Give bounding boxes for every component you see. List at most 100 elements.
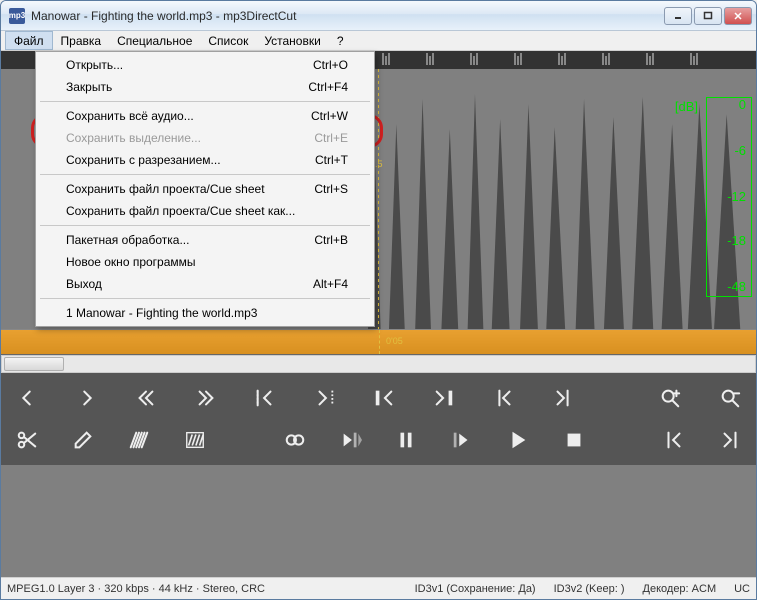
menu-item-shortcut: Ctrl+E xyxy=(314,131,348,145)
zoom-in-icon xyxy=(657,387,683,409)
menu-item-label: Закрыть xyxy=(66,80,112,94)
big-play-icon xyxy=(505,429,531,451)
app-icon: mp3 xyxy=(9,8,25,24)
skip-in-button[interactable] xyxy=(247,383,283,413)
menu-item-shortcut: Ctrl+B xyxy=(314,233,348,247)
menu-settings[interactable]: Установки xyxy=(256,31,328,50)
timeline-marker-label: 0'05 xyxy=(386,336,403,346)
double-right-button[interactable] xyxy=(188,383,224,413)
menu-item-label: Открыть... xyxy=(66,58,123,72)
menu-item-shortcut: Ctrl+T xyxy=(315,153,348,167)
loop-icon xyxy=(282,429,308,451)
minimize-button[interactable] xyxy=(664,7,692,25)
bar-right-button[interactable] xyxy=(545,383,581,413)
menu-item-12[interactable]: Выход Alt+F4 xyxy=(38,273,372,295)
menu-item-label: Сохранить выделение... xyxy=(66,131,201,145)
menu-item-7[interactable]: Сохранить файл проекта/Cue sheet Ctrl+S xyxy=(38,178,372,200)
stripes-a-button[interactable] xyxy=(121,425,157,455)
loop-button[interactable] xyxy=(277,425,313,455)
menu-item-11[interactable]: Новое окно программы xyxy=(38,251,372,273)
edit-button[interactable] xyxy=(65,425,101,455)
mark-prev-icon xyxy=(661,429,687,451)
menu-item-shortcut: Ctrl+F4 xyxy=(308,80,348,94)
pause-icon xyxy=(393,429,419,451)
horizontal-scrollbar[interactable] xyxy=(1,355,756,373)
menu-help[interactable]: ? xyxy=(329,31,352,50)
double-right-icon xyxy=(193,387,219,409)
mark-prev-button[interactable] xyxy=(656,425,692,455)
play-edit-button[interactable] xyxy=(333,425,369,455)
play-icon xyxy=(449,429,475,451)
menu-item-1[interactable]: Закрыть Ctrl+F4 xyxy=(38,76,372,98)
menu-item-label: Сохранить файл проекта/Cue sheet xyxy=(66,182,265,196)
app-window: mp3 Manowar - Fighting the world.mp3 - m… xyxy=(0,0,757,600)
big-play-button[interactable] xyxy=(500,425,536,455)
menu-edit[interactable]: Правка xyxy=(53,31,110,50)
menu-item-10[interactable]: Пакетная обработка... Ctrl+B xyxy=(38,229,372,251)
menu-special[interactable]: Специальное xyxy=(109,31,200,50)
pause-button[interactable] xyxy=(388,425,424,455)
status-id3v1: ID3v1 (Сохранение: Да) xyxy=(415,583,536,595)
file-menu-dropdown: Открыть... Ctrl+O Закрыть Ctrl+F4 Сохранить … xyxy=(35,51,375,327)
edit-icon xyxy=(70,429,96,451)
play-button[interactable] xyxy=(444,425,480,455)
menu-item-shortcut: Ctrl+W xyxy=(311,109,348,123)
mark-next-icon xyxy=(717,429,743,451)
menu-list[interactable]: Список xyxy=(200,31,256,50)
skip-cut-in-icon xyxy=(371,387,397,409)
menu-item-label: Пакетная обработка... xyxy=(66,233,189,247)
menu-item-8[interactable]: Сохранить файл проекта/Cue sheet как... xyxy=(38,200,372,222)
menu-file[interactable]: Файл xyxy=(5,31,53,50)
chevron-left-icon xyxy=(14,387,40,409)
skip-cut-out-icon xyxy=(431,387,457,409)
menu-item-3[interactable]: Сохранить всё аудио...Ctrl+W xyxy=(38,105,372,127)
bar-right-icon xyxy=(550,387,576,409)
stripes-b-button[interactable] xyxy=(177,425,213,455)
bar-left-button[interactable] xyxy=(486,383,522,413)
chevron-right-button[interactable] xyxy=(69,383,105,413)
menu-item-label: Сохранить файл проекта/Cue sheet как... xyxy=(66,204,295,218)
zoom-in-button[interactable] xyxy=(652,383,688,413)
bar-left-icon xyxy=(491,387,517,409)
timeline[interactable]: 0'05 xyxy=(1,329,756,355)
menu-item-label: Сохранить с разрезанием... xyxy=(66,153,221,167)
play-edit-icon xyxy=(338,429,364,451)
chevron-left-button[interactable] xyxy=(9,383,45,413)
stripes-b-icon xyxy=(182,429,208,451)
menu-item-label: 1 Manowar - Fighting the world.mp3 xyxy=(66,306,257,320)
double-left-icon xyxy=(133,387,159,409)
menu-item-5[interactable]: Сохранить с разрезанием... Ctrl+T xyxy=(38,149,372,171)
stop-button[interactable] xyxy=(556,425,592,455)
cut-icon xyxy=(14,429,40,451)
zoom-out-button[interactable] xyxy=(712,383,748,413)
stripes-a-icon xyxy=(126,429,152,451)
maximize-button[interactable] xyxy=(694,7,722,25)
window-title: Manowar - Fighting the world.mp3 - mp3Di… xyxy=(31,9,664,23)
menu-item-shortcut: Ctrl+O xyxy=(313,58,348,72)
menu-item-0[interactable]: Открыть... Ctrl+O xyxy=(38,54,372,76)
menubar: Файл Правка Специальное Список Установки… xyxy=(1,31,756,51)
menu-item-4[interactable]: Сохранить выделение... Ctrl+E xyxy=(38,127,372,149)
skip-cut-in-button[interactable] xyxy=(366,383,402,413)
scrollbar-thumb[interactable] xyxy=(4,357,64,371)
zoom-out-icon xyxy=(717,387,743,409)
double-left-button[interactable] xyxy=(128,383,164,413)
titlebar[interactable]: mp3 Manowar - Fighting the world.mp3 - m… xyxy=(1,1,756,31)
menu-item-shortcut: Ctrl+S xyxy=(314,182,348,196)
menu-item-label: Выход xyxy=(66,277,102,291)
chevron-right-icon xyxy=(74,387,100,409)
menu-item-label: Новое окно программы xyxy=(66,255,196,269)
skip-cut-out-button[interactable] xyxy=(426,383,462,413)
mark-next-button[interactable] xyxy=(712,425,748,455)
skip-out-button[interactable] xyxy=(307,383,343,413)
status-id3v2: ID3v2 (Keep: ) xyxy=(554,583,625,595)
status-decoder: Декодер: ACM xyxy=(643,583,717,595)
stop-icon xyxy=(561,429,587,451)
menu-item-14[interactable]: 1 Manowar - Fighting the world.mp3 xyxy=(38,302,372,324)
close-button[interactable] xyxy=(724,7,752,25)
cut-button[interactable] xyxy=(9,425,45,455)
status-tail: UC xyxy=(734,583,750,595)
window-controls xyxy=(664,7,752,25)
skip-out-icon xyxy=(312,387,338,409)
menu-item-shortcut: Alt+F4 xyxy=(313,277,348,291)
